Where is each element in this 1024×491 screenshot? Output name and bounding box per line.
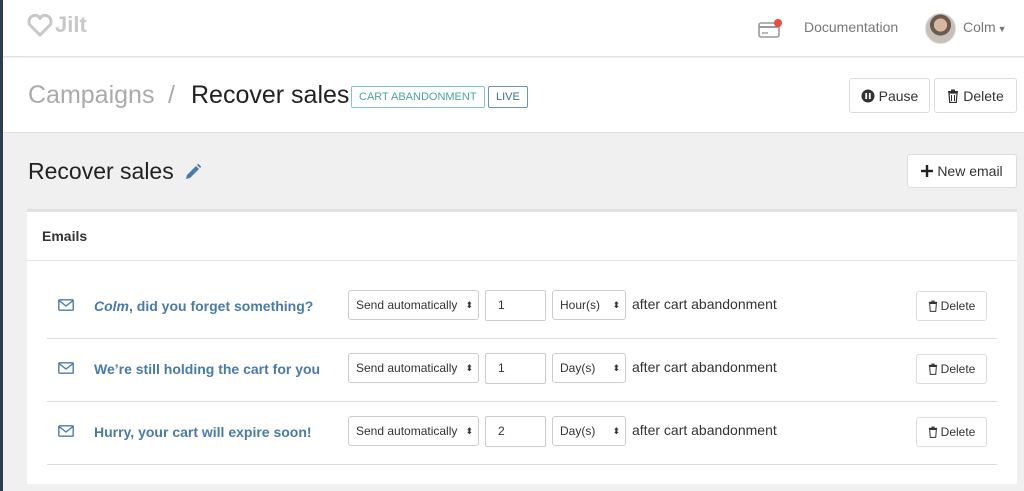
trigger-text: after cart abandonment (632, 359, 777, 375)
delete-label: Delete (940, 299, 976, 313)
pause-icon (861, 89, 875, 102)
trash-icon (928, 426, 937, 438)
breadcrumb-separator: / (168, 81, 175, 109)
email-row: Hurry, your cart will expire soon! Send … (47, 402, 997, 465)
send-mode-value: Send automatically (356, 298, 458, 312)
email-subject-link[interactable]: Colm, did you forget something? (94, 298, 313, 314)
delete-email-button[interactable]: Delete (916, 291, 987, 321)
panel-title: Emails (42, 228, 88, 244)
send-mode-select[interactable]: Send automatically ⬍ (348, 416, 479, 446)
campaign-name: Recover sales (28, 158, 174, 184)
email-row: Colm, did you forget something? Send aut… (47, 276, 997, 339)
subject-text: We’re still holding the cart for you (94, 361, 321, 377)
pause-label: Pause (878, 87, 919, 104)
top-navbar: Jilt Documentation Colm ▼ (3, 0, 1024, 57)
delay-value-input[interactable]: 1 (485, 353, 546, 384)
delay-unit-select[interactable]: Day(s) ⬍ (552, 353, 626, 383)
trash-icon (948, 89, 959, 103)
panel-header: Emails (27, 212, 1017, 261)
delay-unit-select[interactable]: Hour(s) ⬍ (552, 290, 626, 320)
plus-icon (921, 165, 934, 177)
user-name: Colm (963, 19, 996, 35)
notification-dot (774, 19, 782, 27)
select-arrows-icon: ⬍ (465, 363, 473, 373)
billing-button[interactable] (757, 18, 783, 45)
page-header: Campaigns / Recover sales CART ABANDONME… (3, 58, 1024, 133)
delete-label: Delete (963, 87, 1004, 104)
pencil-icon[interactable] (184, 163, 202, 181)
delay-unit-value: Day(s) (560, 424, 596, 438)
credit-card-icon (758, 19, 782, 38)
email-row: We’re still holding the cart for you Sen… (47, 339, 997, 402)
delay-value-input[interactable]: 2 (485, 416, 546, 447)
new-email-label: New email (937, 163, 1003, 179)
delete-email-button[interactable]: Delete (916, 417, 987, 447)
status-badge: LIVE (488, 86, 528, 108)
select-arrows-icon: ⬍ (465, 426, 473, 436)
chevron-down-icon: ▼ (997, 24, 1007, 34)
select-arrows-icon: ⬍ (612, 300, 620, 310)
pause-button[interactable]: Pause (849, 78, 930, 113)
delay-value-input[interactable]: 1 (485, 290, 546, 321)
heart-logo-icon (27, 13, 53, 37)
select-arrows-icon: ⬍ (465, 300, 473, 310)
trash-icon (928, 363, 937, 375)
avatar[interactable] (925, 13, 956, 44)
section-heading: Recover sales (28, 158, 202, 185)
send-mode-value: Send automatically (356, 424, 458, 438)
campaign-type-badge: CART ABANDONMENT (351, 86, 485, 108)
logo-text: Jilt (55, 12, 87, 37)
subject-text: , did you forget something? (129, 298, 314, 314)
envelope-icon (58, 362, 74, 374)
delete-campaign-button[interactable]: Delete (934, 78, 1017, 113)
delay-unit-select[interactable]: Day(s) ⬍ (552, 416, 626, 446)
envelope-icon (58, 299, 74, 311)
delete-label: Delete (940, 362, 976, 376)
email-subject-link[interactable]: We’re still holding the cart for you (94, 361, 320, 377)
select-arrows-icon: ⬍ (612, 426, 620, 436)
select-arrows-icon: ⬍ (612, 363, 620, 373)
documentation-link[interactable]: Documentation (804, 19, 898, 35)
emails-panel: Emails Colm, did you forget something? S… (27, 209, 1017, 484)
delay-unit-value: Hour(s) (560, 298, 601, 312)
envelope-icon (58, 425, 74, 437)
breadcrumb-campaigns[interactable]: Campaigns (28, 81, 154, 110)
user-menu[interactable]: Colm ▼ (963, 19, 1007, 35)
email-subject-link[interactable]: Hurry, your cart will expire soon! (94, 424, 312, 440)
delay-unit-value: Day(s) (560, 361, 596, 375)
trigger-text: after cart abandonment (632, 296, 777, 312)
app-logo[interactable]: Jilt (27, 12, 87, 38)
trash-icon (928, 300, 937, 312)
page-title: Recover sales (191, 81, 350, 109)
delete-label: Delete (940, 425, 976, 439)
send-mode-select[interactable]: Send automatically ⬍ (348, 353, 479, 383)
trigger-text: after cart abandonment (632, 422, 777, 438)
delete-email-button[interactable]: Delete (916, 354, 987, 384)
subject-text: Hurry, your cart will expire soon! (94, 424, 312, 440)
send-mode-value: Send automatically (356, 361, 458, 375)
subject-personalization: Colm (94, 298, 129, 314)
send-mode-select[interactable]: Send automatically ⬍ (348, 290, 479, 320)
new-email-button[interactable]: New email (907, 154, 1017, 188)
